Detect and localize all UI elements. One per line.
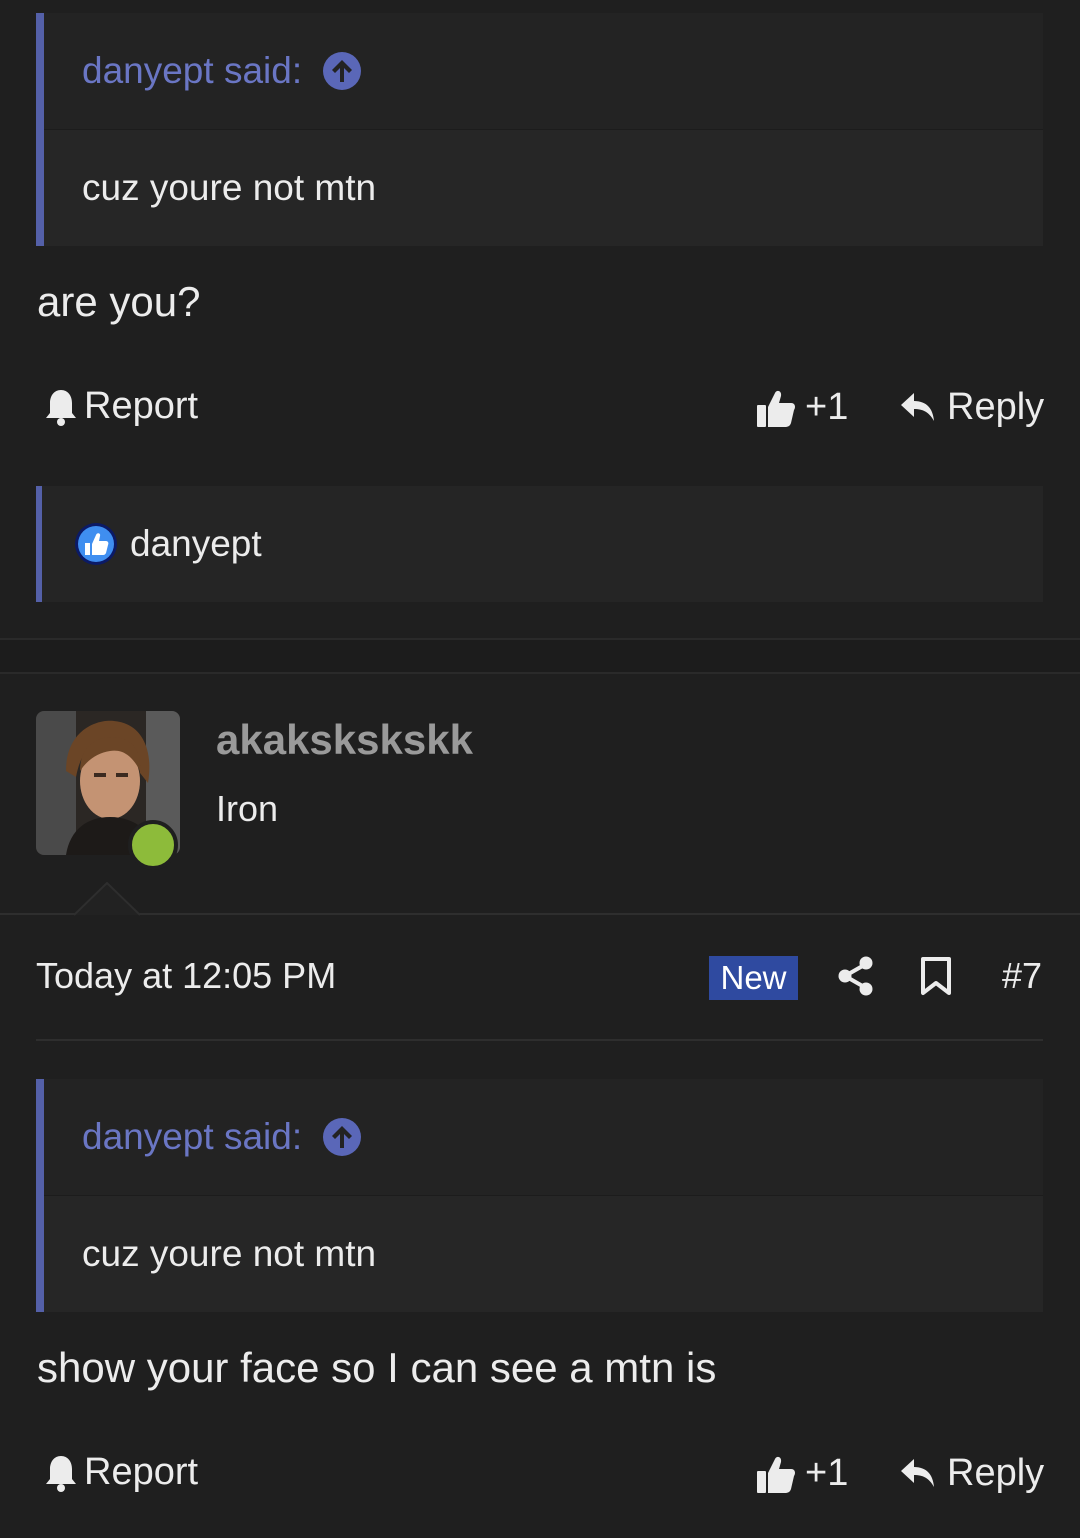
- online-status-indicator: [128, 820, 178, 870]
- quote-author-link[interactable]: danyept said:: [82, 1116, 302, 1158]
- post-body: show your face so I can see a mtn is: [37, 1344, 717, 1391]
- post-header-divider: [0, 913, 1080, 915]
- like-reaction-icon: [75, 523, 117, 565]
- thumbs-up-icon: [757, 1456, 795, 1493]
- reactions-bar[interactable]: danyept: [36, 486, 1043, 602]
- post-number[interactable]: #7: [1002, 955, 1042, 997]
- jump-to-quote-icon[interactable]: [322, 1117, 362, 1157]
- bookmark-icon[interactable]: [919, 956, 953, 996]
- bell-icon: [46, 1455, 76, 1492]
- new-badge: New: [709, 956, 798, 1000]
- quote-header: danyept said:: [44, 13, 1043, 130]
- jump-to-quote-icon[interactable]: [322, 51, 362, 91]
- like-button[interactable]: +1: [755, 1452, 848, 1495]
- post-body: are you?: [37, 278, 201, 325]
- report-label: Report: [84, 1451, 199, 1493]
- report-button[interactable]: Report: [44, 1451, 198, 1494]
- reply-icon: [901, 392, 934, 421]
- like-count: +1: [805, 386, 849, 428]
- post-divider: [0, 638, 1080, 674]
- thumbs-up-icon: [757, 390, 795, 427]
- quote-text: cuz youre not mtn: [44, 130, 1043, 246]
- share-icon[interactable]: [837, 956, 875, 996]
- reaction-username[interactable]: danyept: [130, 523, 262, 565]
- user-notch: [74, 882, 141, 916]
- quote-text: cuz youre not mtn: [44, 1196, 1043, 1312]
- reply-label: Reply: [947, 386, 1045, 428]
- post-timestamp[interactable]: Today at 12:05 PM: [36, 955, 336, 997]
- quote-author-link[interactable]: danyept said:: [82, 50, 302, 92]
- reply-button[interactable]: Reply: [899, 386, 1044, 429]
- like-button[interactable]: +1: [755, 386, 848, 429]
- quote-header: danyept said:: [44, 1079, 1043, 1196]
- quote-block: danyept said: cuz youre not mtn: [36, 13, 1043, 246]
- reply-button[interactable]: Reply: [899, 1452, 1044, 1495]
- like-count: +1: [805, 1452, 849, 1494]
- report-label: Report: [84, 385, 199, 427]
- reply-label: Reply: [947, 1452, 1045, 1494]
- bell-icon: [46, 389, 76, 426]
- post-meta-divider: [36, 1039, 1043, 1041]
- user-title: Iron: [216, 788, 279, 829]
- username[interactable]: akakskskskk: [216, 716, 473, 764]
- report-button[interactable]: Report: [44, 385, 198, 428]
- reply-icon: [901, 1458, 934, 1487]
- quote-block: danyept said: cuz youre not mtn: [36, 1079, 1043, 1312]
